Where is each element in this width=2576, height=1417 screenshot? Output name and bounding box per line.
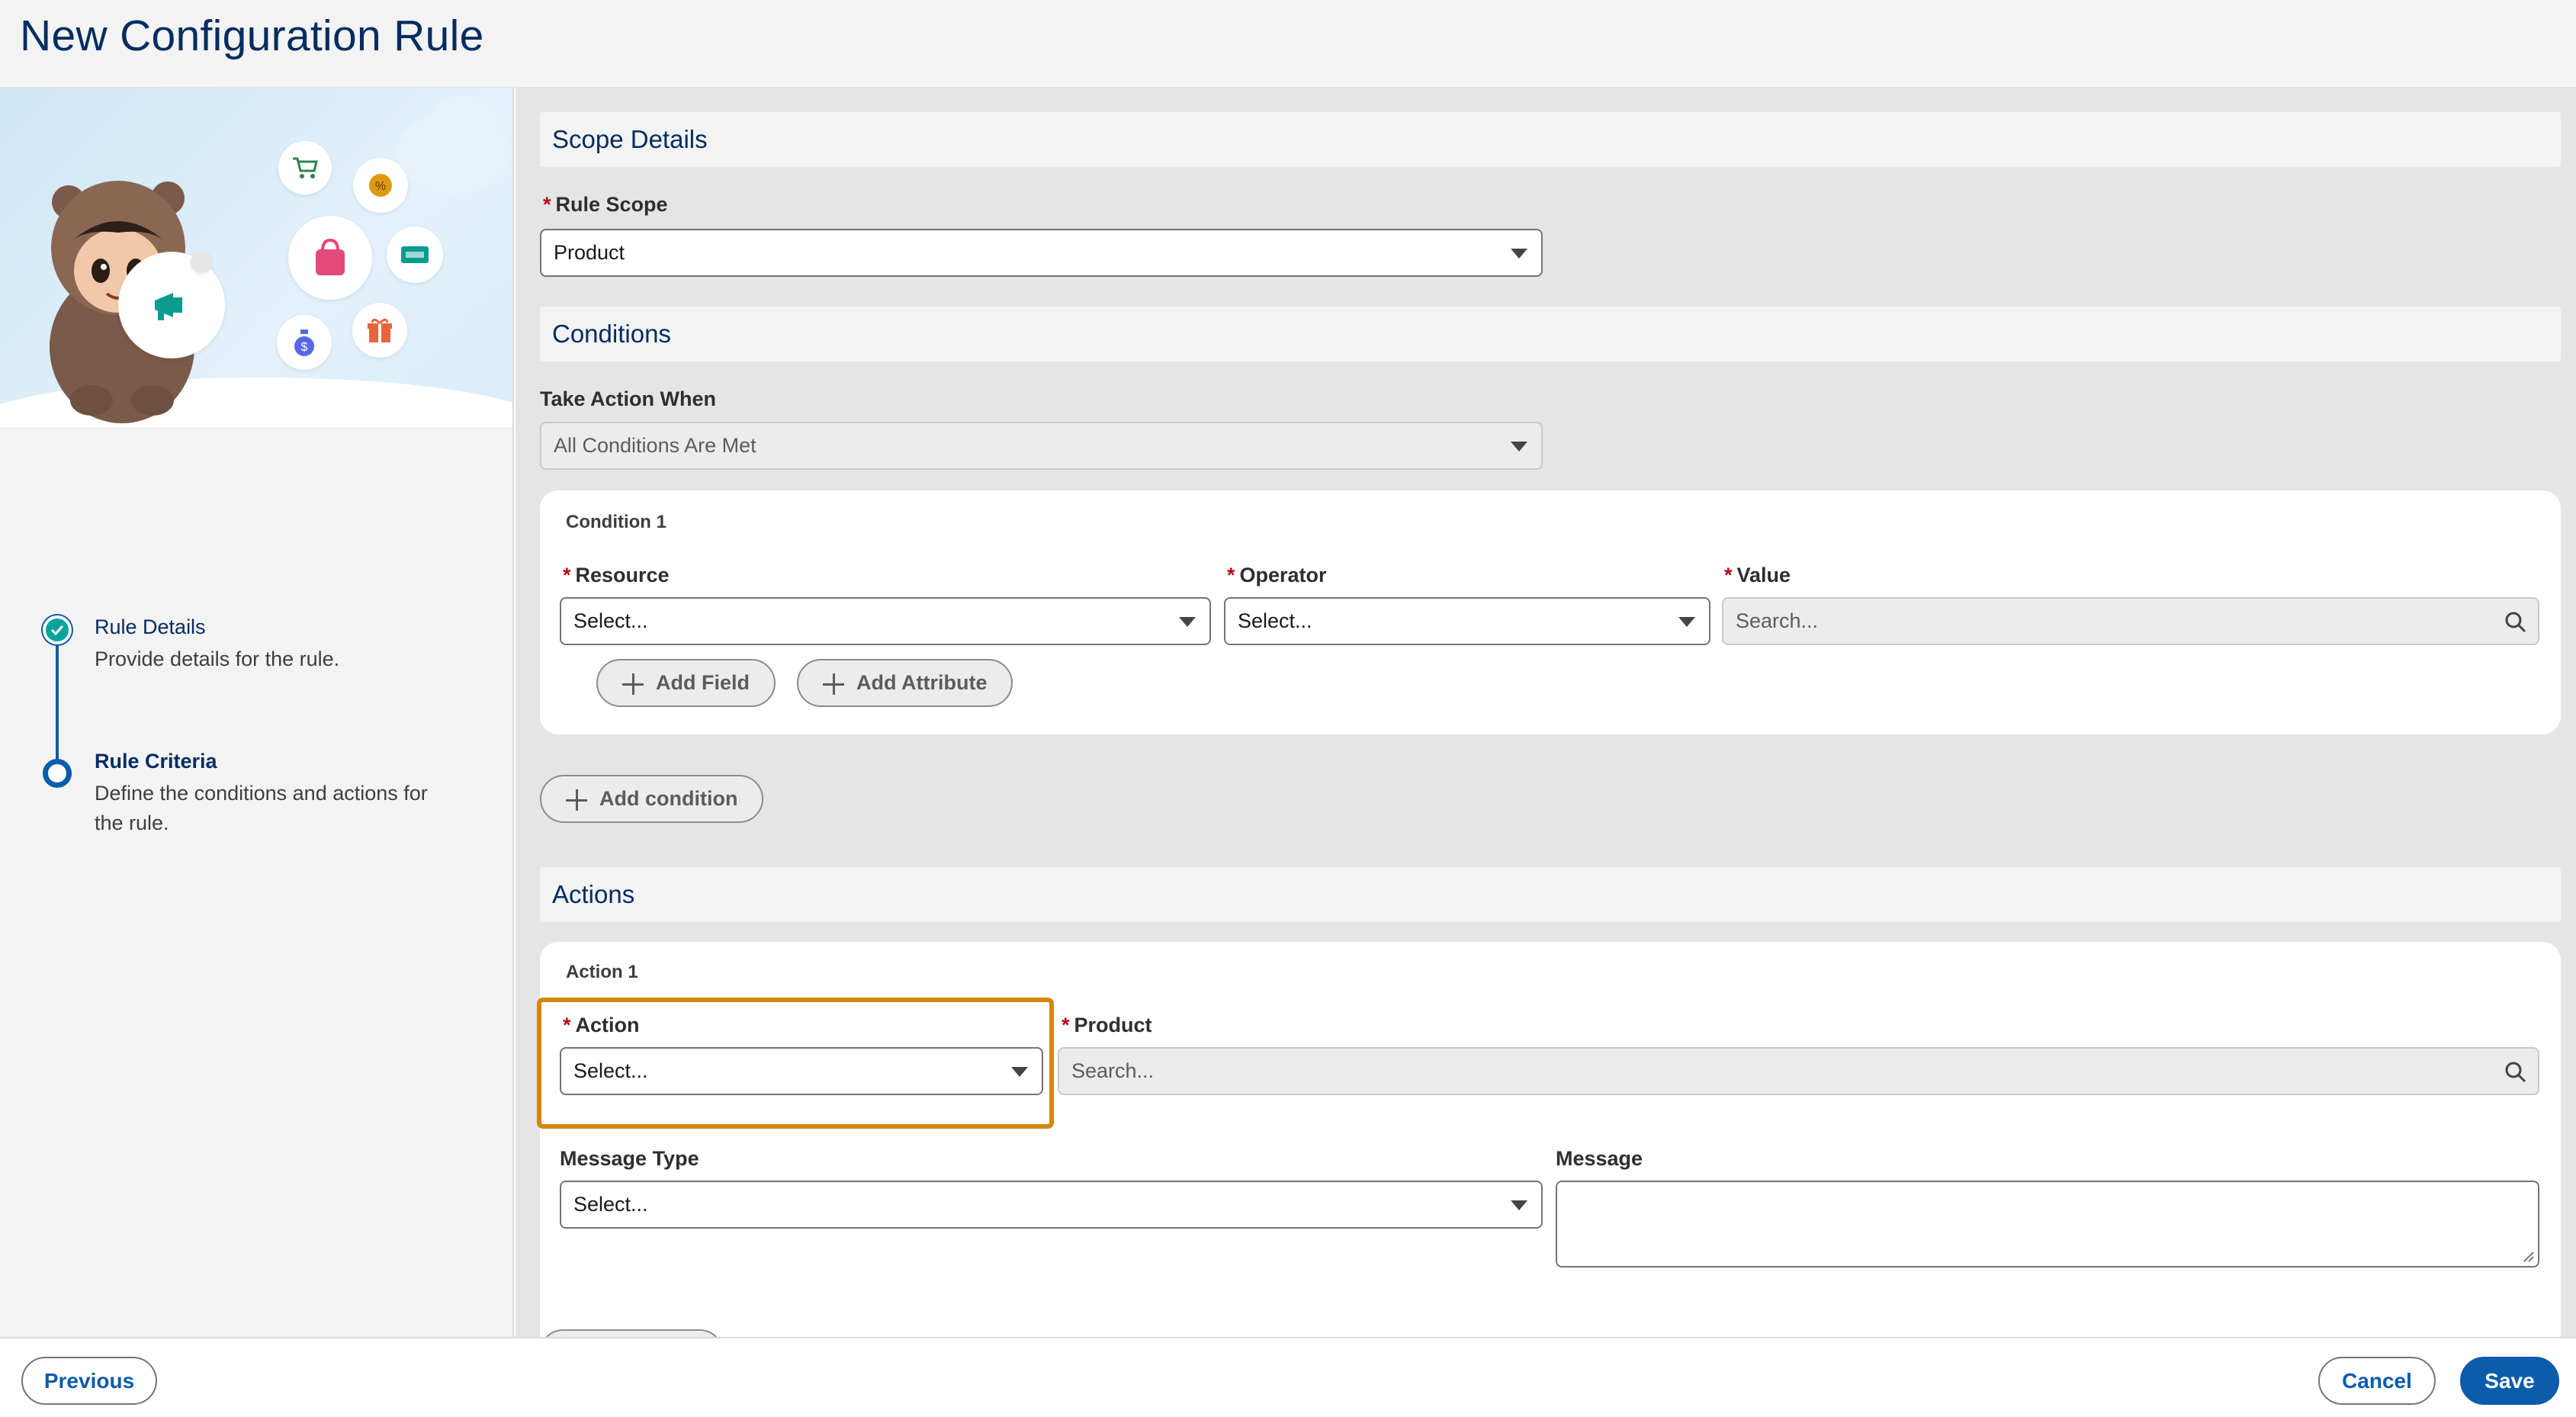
shopping-bag-icon [288, 216, 372, 300]
step-rule-criteria-title: Rule Criteria [95, 750, 217, 773]
value-search-input[interactable]: Search... [1722, 597, 2539, 645]
add-icon [566, 789, 587, 811]
chevron-down-icon [1678, 617, 1695, 627]
add-icon [823, 673, 844, 695]
action-select[interactable]: Select... [560, 1047, 1043, 1095]
hero-illustration: % $ [0, 88, 512, 427]
operator-select[interactable]: Select... [1224, 597, 1710, 645]
add-attribute-button[interactable]: Add Attribute [797, 659, 1013, 707]
conditions-header: Conditions [540, 307, 2561, 361]
chevron-down-icon [1511, 1200, 1527, 1210]
search-icon [2505, 1062, 2526, 1083]
ticket-icon [387, 227, 443, 283]
add-icon [622, 673, 644, 695]
chevron-down-icon [1511, 442, 1527, 451]
message-label: Message [1556, 1147, 1643, 1170]
action-1-title: Action 1 [566, 962, 638, 982]
save-button[interactable]: Save [2460, 1357, 2559, 1405]
product-search-input[interactable]: Search... [1058, 1047, 2539, 1095]
resource-label: * Resource [563, 564, 670, 586]
chevron-down-icon [1511, 249, 1527, 259]
search-icon [2505, 612, 2526, 633]
footer-bar: Previous Cancel Save [0, 1337, 2576, 1417]
rule-scope-select[interactable]: Product [540, 229, 1543, 277]
page-header: New Configuration Rule [0, 0, 2576, 88]
actions-header: Actions [540, 867, 2561, 922]
message-type-select[interactable]: Select... [560, 1181, 1543, 1229]
step-rule-details-title[interactable]: Rule Details [95, 615, 206, 639]
message-textarea[interactable] [1556, 1181, 2539, 1268]
take-action-when-label: Take Action When [540, 387, 717, 410]
step-rule-criteria-description: Define the conditions and actions for th… [95, 782, 428, 834]
add-action-button-partial[interactable] [540, 1329, 723, 1337]
step-complete-icon [43, 615, 72, 644]
value-label: * Value [1724, 564, 1791, 586]
money-bag-icon: $ [277, 315, 332, 370]
discount-icon: % [353, 158, 408, 213]
main-content: Scope Details * Rule Scope Product Condit… [516, 88, 2576, 1337]
previous-button[interactable]: Previous [21, 1357, 157, 1405]
page-title: New Configuration Rule [20, 11, 484, 60]
chevron-down-icon [1179, 617, 1196, 627]
add-condition-button[interactable]: Add condition [540, 775, 764, 823]
svg-text:$: $ [301, 341, 308, 354]
action-label: * Action [563, 1014, 640, 1036]
take-action-when-select[interactable]: All Conditions Are Met [540, 422, 1543, 470]
condition-1-title: Condition 1 [566, 512, 666, 532]
step-rule-details-description: Provide details for the rule. [95, 647, 340, 670]
svg-text:%: % [375, 180, 386, 193]
cart-icon [278, 141, 332, 194]
add-field-button[interactable]: Add Field [596, 659, 776, 707]
cancel-button[interactable]: Cancel [2318, 1357, 2436, 1405]
operator-label: * Operator [1227, 564, 1327, 586]
left-panel: % $ Rule Details Provide details for the… [0, 88, 514, 1337]
chevron-down-icon [1011, 1067, 1028, 1077]
product-label: * Product [1062, 1014, 1152, 1036]
rule-scope-label: * Rule Scope [543, 193, 668, 216]
resize-handle-icon[interactable] [2521, 1249, 2535, 1263]
scope-details-header: Scope Details [540, 112, 2561, 167]
step-active-icon [43, 759, 72, 788]
resource-select[interactable]: Select... [560, 597, 1211, 645]
message-type-label: Message Type [560, 1147, 699, 1170]
gift-icon [352, 303, 407, 358]
